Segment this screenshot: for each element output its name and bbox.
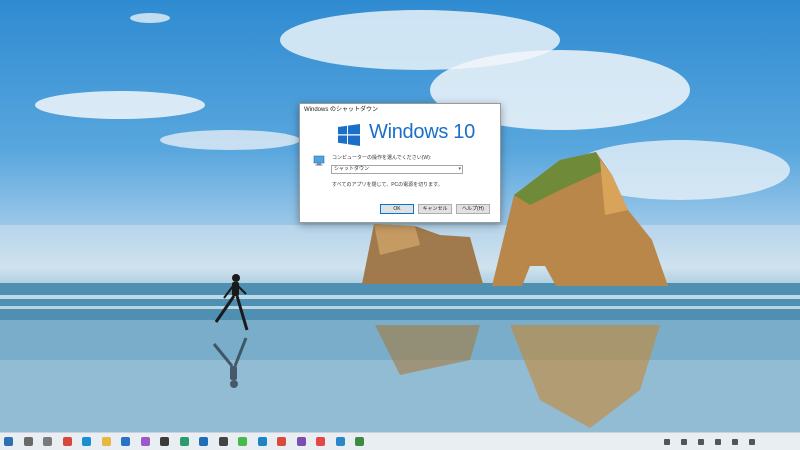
desktop-wallpaper: Windows のシャットダウン Windows 10 コンピューターの操作を選…	[0, 0, 800, 432]
search-icon[interactable]	[23, 437, 33, 446]
cancel-button[interactable]: キャンセル	[418, 204, 452, 214]
windows-logo-icon	[338, 124, 360, 146]
app-icon-5[interactable]	[238, 437, 247, 446]
shutdown-dialog: Windows のシャットダウン Windows 10 コンピューターの操作を選…	[299, 103, 501, 223]
ok-button[interactable]: OK	[380, 204, 414, 214]
mail-icon[interactable]	[121, 437, 130, 446]
app-icon-11[interactable]	[355, 437, 364, 446]
edge-icon[interactable]	[82, 437, 91, 446]
start-icon[interactable]	[4, 437, 13, 446]
app-icon-6[interactable]	[257, 437, 267, 446]
volume-icon[interactable]	[715, 439, 721, 445]
action-prompt-label: コンピューターの操作を選んでください(W):	[332, 155, 432, 161]
chevron-down-icon: ▾	[458, 166, 461, 172]
help-button[interactable]: ヘルプ(H)	[456, 204, 490, 214]
app-icon-4[interactable]	[218, 437, 228, 446]
computer-icon	[313, 155, 325, 166]
notification-icon[interactable]	[749, 439, 755, 445]
dialog-title: Windows のシャットダウン	[304, 107, 379, 113]
battery-icon[interactable]	[698, 439, 704, 445]
file-explorer-icon[interactable]	[101, 437, 111, 446]
shutdown-action-select[interactable]: シャットダウン ▾	[331, 165, 463, 174]
taskbar	[0, 432, 800, 450]
app-icon-3[interactable]	[199, 437, 208, 446]
app-icon-8[interactable]	[296, 437, 306, 446]
ime-icon[interactable]	[732, 439, 738, 445]
app-icon-10[interactable]	[335, 437, 345, 446]
app-icon-7[interactable]	[277, 437, 286, 446]
selected-action-text: シャットダウン	[334, 166, 370, 172]
app-icon-1[interactable]	[160, 437, 169, 446]
network-icon[interactable]	[681, 439, 687, 445]
app-icon-9[interactable]	[316, 437, 325, 446]
chevron-up-icon[interactable]	[664, 439, 670, 445]
action-description: すべてのアプリを閉じて、PCの電源を切ります。	[332, 182, 443, 188]
chrome-icon[interactable]	[62, 437, 72, 446]
task-view-icon[interactable]	[43, 437, 52, 446]
app-icon-2[interactable]	[179, 437, 189, 446]
paint-icon[interactable]	[140, 437, 150, 446]
windows-brand-text: Windows 10	[369, 121, 475, 143]
